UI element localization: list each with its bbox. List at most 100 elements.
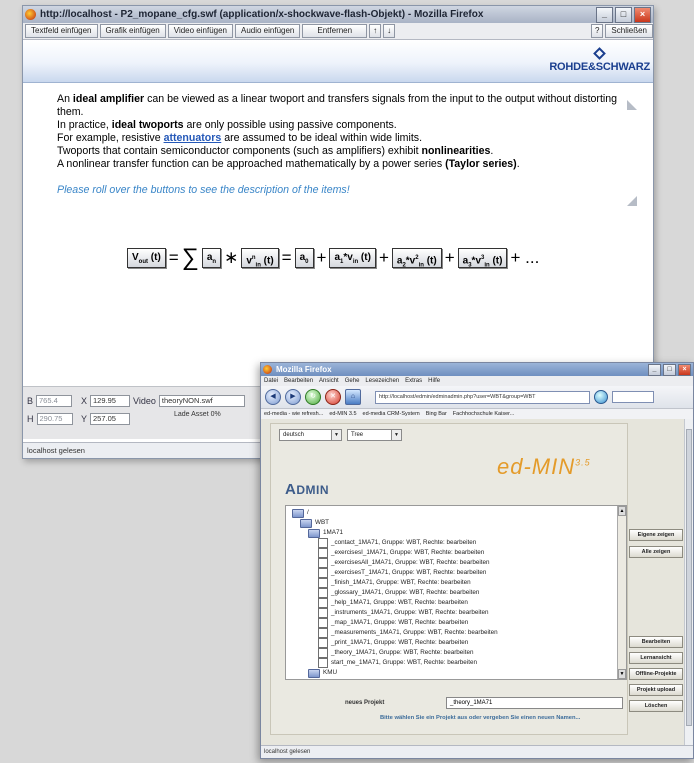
tree-item[interactable]: _measurements_1MA71, Gruppe: WBT, Rechte… — [318, 628, 498, 638]
minimize-button[interactable]: _ — [596, 7, 613, 23]
tree-node-course[interactable]: 1MA71 — [308, 528, 343, 538]
minimize-button[interactable]: _ — [648, 364, 661, 376]
home-icon[interactable]: ⌂ — [345, 389, 361, 405]
tree-item[interactable]: _theory_1MA71, Gruppe: WBT, Rechte: bear… — [318, 648, 473, 658]
x-field[interactable]: 129.95 — [90, 395, 131, 407]
window-title: Mozilla Firefox — [276, 365, 332, 374]
tree-item-label: _instruments_1MA71, Gruppe: WBT, Rechte:… — [331, 609, 489, 616]
formula-term3-button[interactable]: a3*v3in (t) — [457, 248, 508, 268]
document-icon — [318, 598, 328, 608]
tree-root[interactable]: / — [292, 508, 309, 518]
y-field[interactable]: 257.05 — [90, 413, 131, 425]
language-select[interactable]: deutsch ▼ — [279, 429, 342, 441]
tree-item[interactable]: _instruments_1MA71, Gruppe: WBT, Rechte:… — [318, 608, 489, 618]
bookmark-item[interactable]: Fachhochschule Kaiser... — [453, 409, 514, 419]
navigation-toolbar: ◀ ▶ ↻ ✕ ⌂ http://localhost/edmin/edminad… — [261, 386, 693, 409]
h-field[interactable]: 290.75 — [36, 413, 73, 425]
search-input[interactable] — [612, 391, 654, 403]
text: deutsch — [283, 432, 305, 438]
tree-item[interactable]: _print_1MA71, Gruppe: WBT, Rechte: bearb… — [318, 638, 468, 648]
tree-scrollbar[interactable]: ▲ ▼ — [617, 506, 626, 679]
menu-bookmarks[interactable]: Lesezeichen — [365, 376, 399, 386]
menu-go[interactable]: Gehe — [345, 376, 360, 386]
edmin-admin-window: Mozilla Firefox _ □ × Datei Bearbeiten A… — [260, 362, 694, 759]
tree-item[interactable]: _exercisesT_1MA71, Gruppe: WBT, Rechte: … — [318, 568, 486, 578]
offline-projects-button[interactable]: Offline-Projekte — [629, 668, 683, 680]
insert-video-button[interactable]: Video einfügen — [167, 24, 233, 38]
tree-item[interactable]: _exercisesAll_1MA71, Gruppe: WBT, Rechte… — [318, 558, 490, 568]
delete-button[interactable]: Löschen — [629, 700, 683, 712]
tree-item[interactable]: _exercisesI_1MA71, Gruppe: WBT, Rechte: … — [318, 548, 484, 558]
scroll-thumb[interactable] — [686, 429, 692, 726]
tree-item-label: _exercisesT_1MA71, Gruppe: WBT, Rechte: … — [331, 569, 487, 576]
tree-item[interactable]: _help_1MA71, Gruppe: WBT, Rechte: bearbe… — [318, 598, 468, 608]
tree-node-kmu[interactable]: KMU — [308, 668, 337, 678]
menu-edit[interactable]: Bearbeiten — [284, 376, 313, 386]
url-bar[interactable]: http://localhost/edmin/edminadmin.php?us… — [375, 390, 590, 404]
insert-graphic-button[interactable]: Grafik einfügen — [99, 24, 166, 38]
forward-arrow-icon[interactable]: ▶ — [285, 389, 301, 405]
move-down-button[interactable]: ↓ — [383, 24, 396, 38]
help-button[interactable]: ? — [590, 24, 604, 38]
maximize-button[interactable]: □ — [615, 7, 632, 23]
formula-vout-button[interactable]: Vout (t) — [127, 248, 166, 268]
bookmark-item[interactable]: Bing Bar — [426, 409, 447, 419]
text: WBT — [315, 519, 329, 526]
menu-view[interactable]: Ansicht — [319, 376, 339, 386]
menu-help[interactable]: Hilfe — [428, 376, 440, 386]
edit-button[interactable]: Bearbeiten — [629, 636, 683, 648]
editor-close-button[interactable]: Schließen — [605, 24, 653, 38]
formula-term2-button[interactable]: a2*v2in (t) — [391, 248, 442, 268]
close-button[interactable]: × — [634, 7, 651, 23]
tree-item-label: _measurements_1MA71, Gruppe: WBT, Rechte… — [331, 629, 498, 636]
reload-icon[interactable]: ↻ — [305, 389, 321, 405]
video-file-select[interactable]: theoryNON.swf — [158, 395, 245, 407]
go-icon[interactable] — [594, 390, 608, 404]
remove-button[interactable]: Entfernen — [302, 24, 368, 38]
project-upload-button[interactable]: Projekt upload — [629, 684, 683, 696]
tree-item[interactable]: _finish_1MA71, Gruppe: WBT, Rechte: bear… — [318, 578, 471, 588]
text: *v — [343, 252, 353, 263]
formula-a0-button[interactable]: a0 — [294, 248, 314, 268]
bookmark-item[interactable]: ed-MIN 3.5 — [329, 409, 356, 419]
folder-icon — [292, 508, 304, 518]
tree-node-wbt[interactable]: WBT — [300, 518, 329, 528]
b-label: B — [27, 396, 34, 406]
show-all-button[interactable]: Alle zeigen — [629, 546, 683, 558]
show-own-button[interactable]: Eigene zeigen — [629, 529, 683, 541]
formula-vin-button[interactable]: vnin (t) — [241, 248, 279, 268]
paragraph-5: A nonlinear transfer function can be app… — [57, 158, 621, 171]
new-project-input[interactable]: _theory_1MA71 — [446, 697, 623, 709]
close-button[interactable]: × — [678, 364, 691, 376]
tree-item-label: _contact_1MA71, Gruppe: WBT, Rechte: bea… — [331, 539, 477, 546]
plus-sign: + — [378, 248, 389, 267]
formula-term1-button[interactable]: a1*vin (t) — [329, 248, 376, 268]
plus-sign: + — [444, 248, 455, 267]
tree-item-label: _glossary_1MA71, Gruppe: WBT, Rechte: be… — [331, 589, 480, 596]
insert-audio-button[interactable]: Audio einfügen — [235, 24, 301, 38]
move-up-button[interactable]: ↑ — [369, 24, 382, 38]
scroll-up-icon[interactable]: ▲ — [618, 506, 626, 516]
back-arrow-icon[interactable]: ◀ — [265, 389, 281, 405]
page-scrollbar[interactable] — [684, 419, 693, 746]
formula-an-button[interactable]: an — [201, 248, 222, 268]
bookmark-item[interactable]: ed-media CRM-System — [363, 409, 420, 419]
menu-file[interactable]: Datei — [264, 376, 278, 386]
tree-item[interactable]: _glossary_1MA71, Gruppe: WBT, Rechte: be… — [318, 588, 479, 598]
bookmark-item[interactable]: ed-media - wie refresh... — [264, 409, 323, 419]
stop-icon[interactable]: ✕ — [325, 389, 341, 405]
view-select[interactable]: Tree ▼ — [347, 429, 402, 441]
b-field[interactable]: 765.4 — [36, 395, 73, 407]
tree-item[interactable]: start_me_1MA71, Gruppe: WBT, Rechte: bea… — [318, 658, 477, 668]
insert-textfield-button[interactable]: Textfeld einfügen — [25, 24, 98, 38]
attenuators-link[interactable]: attenuators — [164, 132, 222, 144]
menu-tools[interactable]: Extras — [405, 376, 422, 386]
text: are assumed to be ideal within wide limi… — [221, 132, 423, 144]
tree-item[interactable]: _contact_1MA71, Gruppe: WBT, Rechte: bea… — [318, 538, 476, 548]
scroll-down-icon[interactable]: ▼ — [618, 669, 626, 679]
maximize-button[interactable]: □ — [663, 364, 676, 376]
window-titlebar: Mozilla Firefox _ □ × — [261, 363, 693, 376]
learner-view-button[interactable]: Lernansicht — [629, 652, 683, 664]
tree-item[interactable]: _map_1MA71, Gruppe: WBT, Rechte: bearbei… — [318, 618, 468, 628]
status-bar: localhost gelesen — [261, 745, 693, 758]
